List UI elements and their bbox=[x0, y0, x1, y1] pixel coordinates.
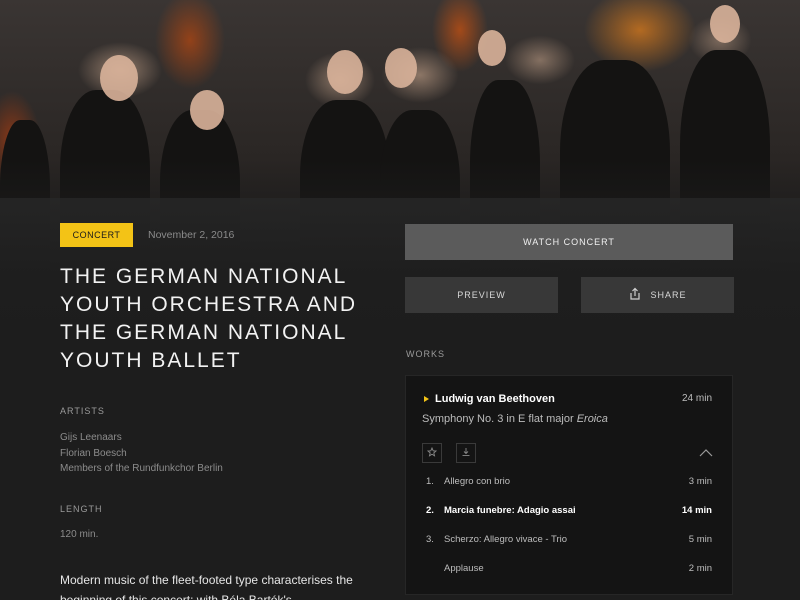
collapse-button[interactable] bbox=[698, 446, 714, 458]
work-duration: 24 min bbox=[681, 393, 712, 404]
composer-name: Ludwig van Beethoven bbox=[435, 393, 555, 405]
artist-name: Gijs Leenaars bbox=[60, 432, 122, 443]
work-header[interactable]: Ludwig van Beethoven bbox=[424, 393, 555, 405]
download-icon bbox=[461, 444, 471, 462]
movement-duration: 5 min bbox=[688, 534, 712, 545]
artists-heading: ARTISTS bbox=[60, 406, 105, 416]
artists-list: Gijs Leenaars Florian Boesch Members of … bbox=[60, 430, 223, 477]
work-card: Ludwig van Beethoven 24 min Symphony No.… bbox=[405, 375, 733, 595]
work-title-text: Symphony No. 3 in E flat major bbox=[422, 413, 577, 425]
movement-name: Scherzo: Allegro vivace - Trio bbox=[444, 534, 568, 545]
movement-number: 2. bbox=[426, 505, 434, 516]
preview-label: PREVIEW bbox=[457, 290, 506, 300]
movement-name: Marcia funebre: Adagio assai bbox=[444, 505, 576, 516]
movement-name: Allegro con brio bbox=[444, 476, 511, 487]
movement-row[interactable]: 3. Scherzo: Allegro vivace - Trio 5 min bbox=[406, 527, 732, 555]
page-title: THE GERMAN NATIONAL YOUTH ORCHESTRA AND … bbox=[60, 265, 358, 372]
preview-button[interactable]: PREVIEW bbox=[405, 277, 558, 313]
favorite-button[interactable] bbox=[422, 443, 442, 463]
movement-number: 1. bbox=[426, 476, 434, 487]
share-label: SHARE bbox=[650, 290, 687, 300]
movement-row[interactable]: 1. Allegro con brio 3 min bbox=[406, 469, 732, 497]
work-title-italic: Eroica bbox=[576, 413, 608, 425]
movement-row[interactable]: Applause 2 min bbox=[406, 556, 732, 584]
movement-number: 3. bbox=[426, 534, 434, 545]
share-icon bbox=[628, 287, 642, 303]
work-title: Symphony No. 3 in E flat major Eroica bbox=[422, 413, 608, 425]
length-heading: LENGTH bbox=[60, 504, 103, 514]
movement-duration: 2 min bbox=[688, 563, 712, 574]
works-heading: WORKS bbox=[406, 349, 446, 359]
share-button[interactable]: SHARE bbox=[581, 277, 734, 313]
chevron-up-icon bbox=[698, 446, 714, 463]
category-badge: CONCERT bbox=[60, 223, 133, 247]
movement-name: Applause bbox=[444, 563, 484, 574]
artist-name: Members of the Rundfunkchor Berlin bbox=[60, 463, 223, 474]
concert-date: November 2, 2016 bbox=[148, 229, 235, 241]
download-button[interactable] bbox=[456, 443, 476, 463]
play-icon bbox=[424, 396, 429, 402]
movement-duration: 3 min bbox=[688, 476, 712, 487]
concert-description: Modern music of the fleet-footed type ch… bbox=[60, 573, 353, 600]
watch-concert-label: WATCH CONCERT bbox=[523, 237, 615, 247]
star-icon bbox=[426, 444, 438, 462]
watch-concert-button[interactable]: WATCH CONCERT bbox=[405, 224, 733, 260]
movement-row[interactable]: 2. Marcia funebre: Adagio assai 14 min bbox=[406, 498, 732, 526]
movement-duration: 14 min bbox=[681, 505, 712, 516]
artist-name: Florian Boesch bbox=[60, 447, 127, 459]
length-value: 120 min. bbox=[60, 529, 99, 540]
